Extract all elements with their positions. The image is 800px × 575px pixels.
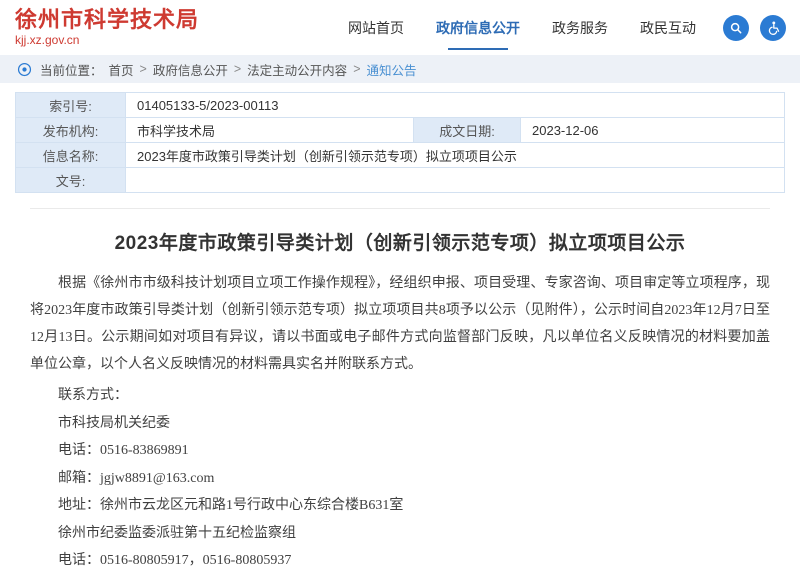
accessibility-button[interactable] — [760, 15, 786, 41]
breadcrumb-notices[interactable]: 通知公告 — [367, 60, 417, 79]
info-name-label: 信息名称: — [16, 143, 126, 168]
breadcrumb-gov-info[interactable]: 政府信息公开 — [153, 60, 228, 79]
meta-row-index: 索引号: 01405133-5/2023-00113 — [16, 93, 785, 118]
issuing-org-value: 市科学技术局 — [126, 118, 414, 143]
doc-number-value — [126, 168, 785, 193]
breadcrumb-label: 当前位置： — [40, 60, 103, 79]
meta-row-org-date: 发布机构: 市科学技术局 成文日期: 2023-12-06 — [16, 118, 785, 143]
search-button[interactable] — [723, 15, 749, 41]
document-meta: 索引号: 01405133-5/2023-00113 发布机构: 市科学技术局 … — [0, 83, 800, 193]
site-logo[interactable]: 徐州市科学技术局 kjj.xz.gov.cn — [15, 8, 199, 47]
nav-item-interaction[interactable]: 政民互动 — [624, 9, 712, 47]
contact-phone-2: 电话：0516-80805917，0516-80805937 — [30, 547, 770, 575]
contact-org-1: 市科技局机关纪委 — [30, 410, 770, 438]
location-icon — [17, 62, 32, 77]
contact-heading: 联系方式： — [30, 382, 770, 410]
site-title: 徐州市科学技术局 — [15, 8, 199, 32]
breadcrumb-separator: > — [234, 62, 241, 76]
meta-row-name: 信息名称: 2023年度市政策引导类计划（创新引领示范专项）拟立项项目公示 — [16, 143, 785, 168]
breadcrumb-statutory-disclosure[interactable]: 法定主动公开内容 — [247, 60, 347, 79]
article-title: 2023年度市政策引导类计划（创新引领示范专项）拟立项项目公示 — [40, 228, 760, 255]
doc-number-label: 文号: — [16, 168, 126, 193]
issuing-org-label: 发布机构: — [16, 118, 126, 143]
accessibility-icon — [766, 20, 781, 35]
issue-date-value: 2023-12-06 — [521, 118, 785, 143]
content-divider — [30, 208, 770, 209]
nav-item-home[interactable]: 网站首页 — [332, 9, 420, 47]
contact-address: 地址：徐州市云龙区元和路1号行政中心东综合楼B631室 — [30, 492, 770, 520]
contact-email: 邮箱：jgjw8891@163.com — [30, 465, 770, 493]
main-nav: 网站首页 政府信息公开 政务服务 政民互动 — [332, 9, 786, 47]
article-body: 根据《徐州市市级科技计划项目立项工作操作规程》，经组织申报、项目受理、专家咨询、… — [30, 270, 770, 575]
article-paragraph: 根据《徐州市市级科技计划项目立项工作操作规程》，经组织申报、项目受理、专家咨询、… — [30, 270, 770, 378]
meta-row-doc-number: 文号: — [16, 168, 785, 193]
index-number-label: 索引号: — [16, 93, 126, 118]
breadcrumb-home[interactable]: 首页 — [109, 60, 134, 79]
site-header: 徐州市科学技术局 kjj.xz.gov.cn 网站首页 政府信息公开 政务服务 … — [0, 0, 800, 55]
nav-item-gov-info[interactable]: 政府信息公开 — [420, 9, 536, 47]
breadcrumb-separator: > — [140, 62, 147, 76]
nav-item-services[interactable]: 政务服务 — [536, 9, 624, 47]
issue-date-label: 成文日期: — [414, 118, 521, 143]
contact-phone-1: 电话：0516-83869891 — [30, 437, 770, 465]
site-domain: kjj.xz.gov.cn — [15, 33, 199, 47]
breadcrumb-separator: > — [353, 62, 360, 76]
contact-org-2: 徐州市纪委监委派驻第十五纪检监察组 — [30, 520, 770, 548]
index-number-value: 01405133-5/2023-00113 — [126, 93, 785, 118]
info-name-value: 2023年度市政策引导类计划（创新引领示范专项）拟立项项目公示 — [126, 143, 785, 168]
breadcrumb: 当前位置： 首页 > 政府信息公开 > 法定主动公开内容 > 通知公告 — [0, 55, 800, 83]
search-icon — [729, 21, 743, 35]
